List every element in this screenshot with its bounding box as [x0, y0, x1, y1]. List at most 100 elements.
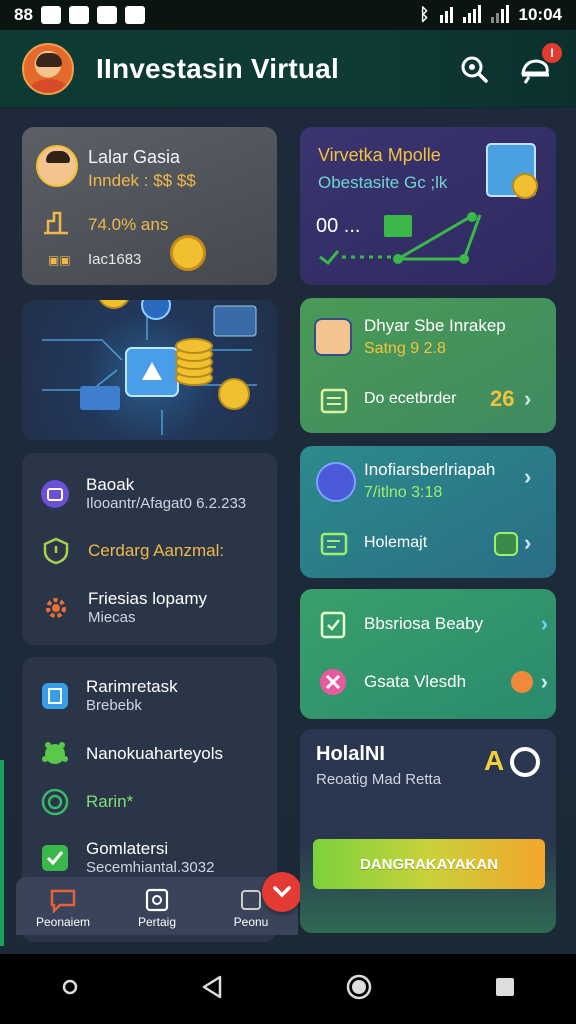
list-item-title: Gomlatersi: [86, 839, 169, 858]
list-item[interactable]: Rarimretask Brebebk: [40, 677, 178, 714]
list-item-subtitle: Brebebk: [86, 697, 142, 714]
list-item[interactable]: Gomlatersi Secemhiantal.3032: [40, 839, 214, 876]
nav-item-label: Peonu: [233, 915, 269, 929]
back-icon: [202, 975, 221, 998]
shield-icon: [43, 537, 69, 565]
chevron-right-icon: ›: [540, 611, 548, 636]
daily-card[interactable]: Dhyar Sbe Inrakep Satng 9 2.8 Do ecetbrd…: [300, 298, 556, 433]
status-left: 88: [14, 5, 145, 25]
square-icon: [495, 977, 514, 996]
robot-icon: [42, 742, 68, 764]
list-item[interactable]: Bbsriosa Beaby ›: [318, 609, 548, 639]
market-card[interactable]: Virvetka Mpolle Obestasite Gc ;lk 00 ...: [300, 127, 556, 285]
back-button[interactable]: [200, 974, 224, 1005]
chevron-right-icon: ›: [540, 669, 548, 694]
nav-item-portfolio[interactable]: Pertaig: [117, 887, 197, 929]
vibrate-icon: [439, 7, 453, 23]
cta-button[interactable]: DANGRAKAYAKAN: [313, 839, 545, 889]
list-item-subtitle: Secemhiantal.3032: [86, 859, 215, 876]
list-item-title: Nanokuaharteyols: [86, 744, 224, 763]
status-right: ᛒ 10:04: [419, 5, 562, 25]
chevron-down-icon: [273, 886, 291, 898]
info-subtitle: 7/itlno 3:18: [364, 484, 443, 501]
promo-title: HolalNI: [316, 743, 385, 765]
app-icon: [124, 6, 145, 24]
document-icon: [42, 682, 68, 709]
expand-button[interactable]: [262, 872, 302, 912]
chevron-right-icon[interactable]: ›: [524, 464, 531, 490]
list-item-title: Cerdarg Aanzmal:: [88, 541, 225, 560]
search-button[interactable]: [456, 51, 492, 87]
overview-button[interactable]: [494, 976, 516, 1003]
status-time: 10:04: [518, 5, 562, 24]
recent-apps-button[interactable]: [61, 978, 79, 1001]
market-subtitle: Obestasite Gc ;lk: [318, 173, 448, 192]
list-item[interactable]: Gsata Vlesdh ›: [318, 667, 548, 697]
list-item-title: Friesias lopamy: [88, 589, 208, 608]
finance-illustration-graphic: [42, 300, 257, 435]
notification-badge: I: [542, 42, 562, 63]
target-icon: [41, 788, 69, 816]
info-card[interactable]: Inofiarsberlriapah 7/itlno 3:18 › Holema…: [300, 446, 556, 578]
notifications-button[interactable]: I: [518, 42, 562, 87]
card-icon: [320, 532, 348, 556]
notification-icon: [40, 6, 61, 24]
info-action: Holemajt: [364, 534, 428, 551]
check-icon: [42, 844, 68, 871]
portfolio-icon: [145, 888, 169, 912]
nav-item-label: Pertaig: [137, 915, 177, 929]
profile-stat: 74.0% ans: [88, 215, 169, 234]
promo-card: HolalNI Reoatig Mad Retta A DANGRAKAYAKA…: [300, 729, 556, 933]
promo-badge: A: [484, 745, 505, 776]
accounts-card: Baoak Ilooantr/Afagat0 6.2.233 Cerdarg A…: [22, 453, 277, 645]
avatar[interactable]: [22, 42, 74, 95]
nav-item-chat[interactable]: Peonaiem: [23, 887, 103, 929]
chevron-right-icon[interactable]: ›: [524, 386, 531, 412]
home-button[interactable]: [345, 973, 373, 1006]
list-item-subtitle: Miecas: [88, 609, 136, 626]
accent-line: [0, 760, 4, 946]
coin-icon: [510, 671, 533, 693]
coin-icon: [512, 173, 538, 199]
list-item-label: Gsata Vlesdh: [364, 672, 467, 691]
market-title: Virvetka Mpolle: [318, 145, 441, 165]
menu-icon: [241, 890, 261, 910]
system-nav-bar: [0, 954, 576, 1024]
status-left-text: 88: [14, 5, 33, 24]
tasks-card: Bbsriosa Beaby › Gsata Vlesdh ›: [300, 589, 556, 719]
status-bar: 88 ᛒ 10:04: [0, 0, 576, 30]
coin-icon: [170, 235, 206, 271]
home-icon: [346, 974, 371, 999]
list-item[interactable]: Baoak Ilooantr/Afagat0 6.2.233: [40, 475, 246, 512]
profile-name: Lalar Gasia: [88, 147, 181, 167]
profile-code: Iac1683: [88, 251, 142, 268]
bluetooth-icon: ᛒ: [419, 5, 430, 24]
profile-tag: Inndek : $$ $$: [88, 171, 196, 190]
daily-title: Dhyar Sbe Inrakep: [364, 316, 506, 335]
list-item-title: Baoak: [86, 475, 135, 494]
list-item-title: Rarimretask: [86, 677, 178, 696]
list-item[interactable]: Rarin*: [40, 787, 133, 817]
list-item[interactable]: Nanokuaharteyols: [40, 739, 223, 769]
list-item[interactable]: Friesias lopamy Miecas: [42, 589, 207, 626]
list-item-title: Rarin*: [86, 792, 134, 811]
profile-card[interactable]: Lalar Gasia Inndek : $$ $$ 74.0% ans ▣▣ …: [22, 127, 277, 285]
promo-subtitle: Reoatig Mad Retta: [316, 771, 442, 788]
gear-icon: [46, 597, 66, 618]
nav-item-label: Peonaiem: [35, 915, 91, 929]
list-item-label: Bbsriosa Beaby: [364, 614, 484, 633]
target-icon: [510, 747, 540, 777]
avatar: [314, 318, 352, 356]
cell-signal-icon: [490, 5, 509, 23]
list-item-subtitle: Ilooantr/Afagat0 6.2.233: [86, 495, 247, 512]
app-title: IInvestasin Virtual: [96, 52, 339, 84]
clipboard-icon: [320, 611, 346, 639]
search-icon: [461, 56, 488, 83]
cancel-icon: [320, 669, 346, 695]
app-icon: [68, 6, 89, 24]
list-item[interactable]: Cerdarg Aanzmal:: [42, 537, 224, 565]
chevron-right-icon[interactable]: ›: [524, 530, 531, 556]
circle-icon: [62, 979, 77, 994]
info-title: Inofiarsberlriapah: [364, 460, 496, 479]
user-icon: [316, 462, 356, 502]
